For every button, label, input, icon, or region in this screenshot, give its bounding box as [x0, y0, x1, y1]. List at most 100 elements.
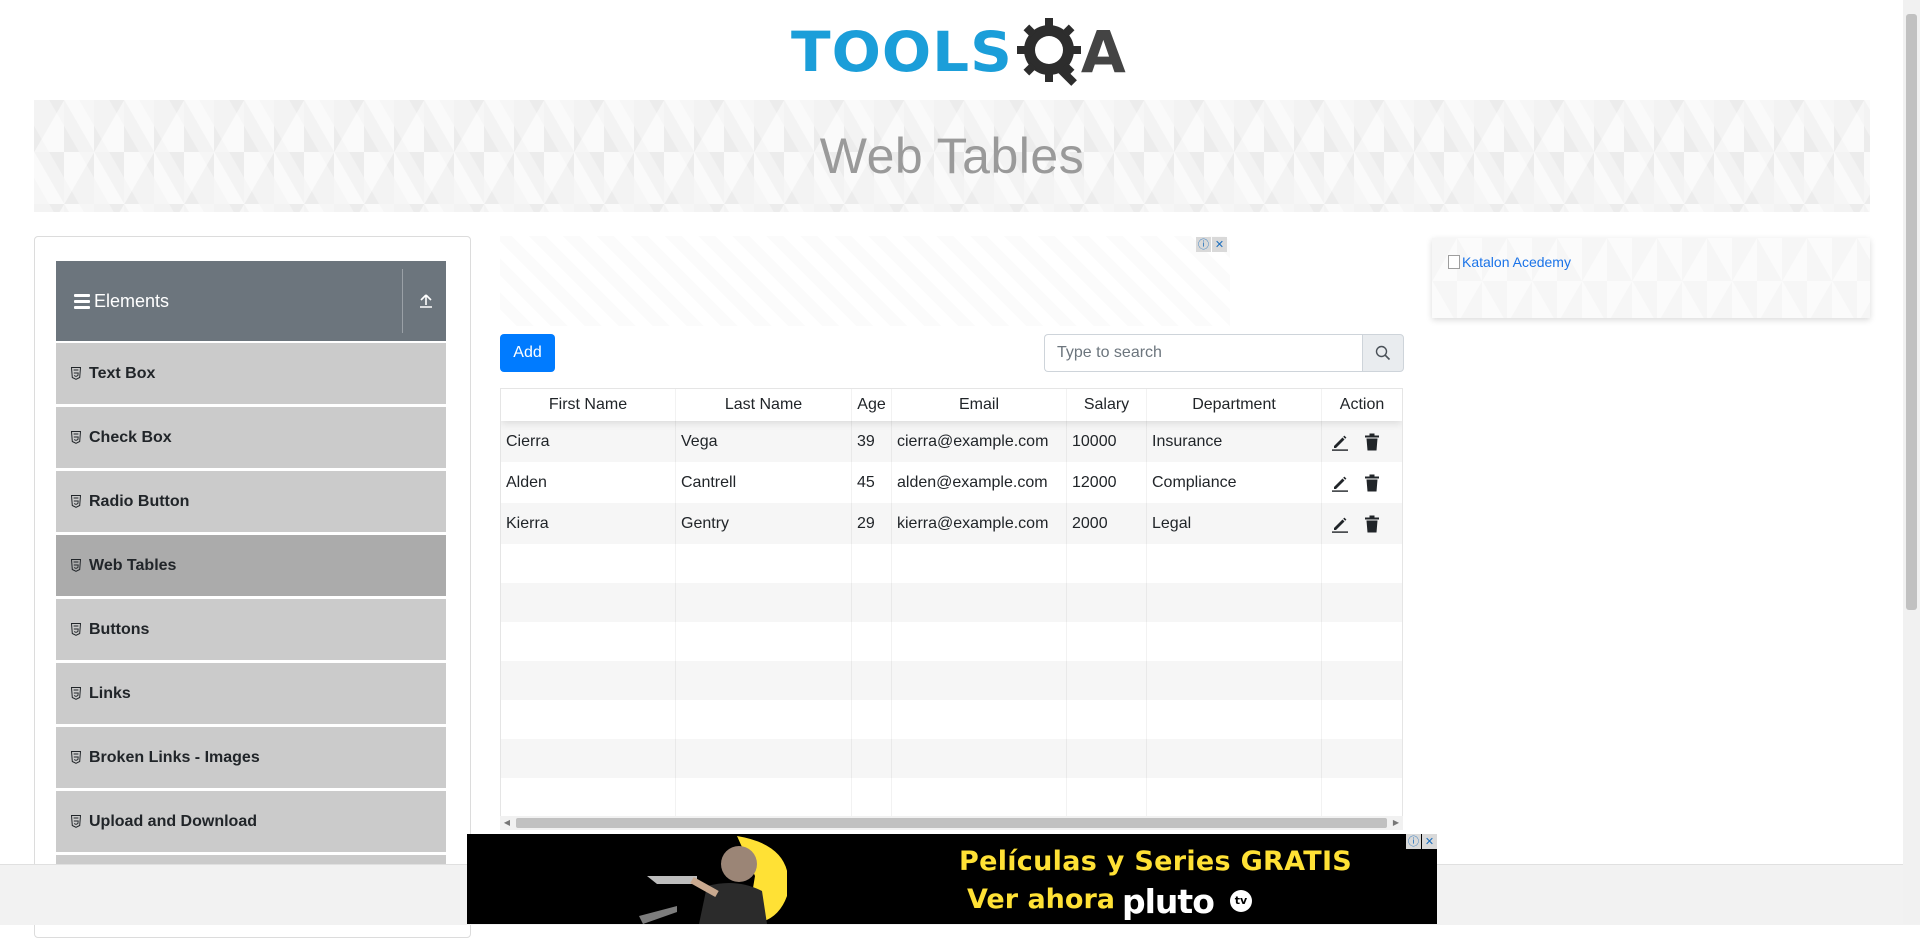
empty-table-row [501, 778, 1402, 817]
html5-icon [71, 367, 81, 380]
ad-headline: Películas y Series GRATIS [959, 846, 1353, 877]
ad-banner-top[interactable] [500, 236, 1230, 326]
empty-table-row [501, 583, 1402, 622]
web-table: First Name Last Name Age Email Salary De… [500, 388, 1403, 825]
cell-age: 45 [852, 462, 892, 503]
column-header-salary[interactable]: Salary [1067, 389, 1147, 421]
table-horizontal-scrollbar[interactable]: ◀ ▶ [500, 816, 1403, 830]
gear-magnifier-icon [1016, 18, 1081, 86]
search-box [1044, 334, 1404, 372]
empty-table-row [501, 622, 1402, 661]
adchoices-info-icon[interactable]: ⓘ [1406, 834, 1421, 849]
logo-text-tools: TOOLS [791, 19, 1013, 85]
sidebar-item-label: Radio Button [89, 492, 190, 510]
cell-salary: 12000 [1067, 462, 1147, 503]
trash-icon [1365, 474, 1379, 491]
scrollbar-thumb[interactable] [1906, 14, 1917, 610]
site-logo[interactable]: TOOLS A [791, 14, 1126, 90]
sidebar-item-buttons[interactable]: Buttons [56, 599, 446, 660]
ad-brand-tv-badge: tv [1230, 890, 1252, 912]
sidebar-item-broken-links[interactable]: Broken Links - Images [56, 727, 446, 788]
sidebar-item-links[interactable]: Links [56, 663, 446, 724]
search-button[interactable] [1362, 334, 1404, 372]
empty-table-row [501, 739, 1402, 778]
table-row: Kierra Gentry 29 kierra@example.com 2000… [501, 503, 1402, 544]
html5-icon [71, 623, 81, 636]
close-icon[interactable]: ✕ [1422, 834, 1437, 849]
ad-choices[interactable]: ⓘ ✕ [1406, 834, 1437, 849]
bottom-ad-banner[interactable]: Películas y Series GRATIS Ver ahora plut… [467, 834, 1437, 924]
html5-icon [71, 431, 81, 444]
cell-last-name: Cantrell [676, 462, 852, 503]
edit-record-button[interactable] [1330, 514, 1350, 534]
sidebar-item-label: Check Box [89, 428, 172, 446]
html5-icon [71, 559, 81, 572]
html5-icon [71, 687, 81, 700]
page-vertical-scrollbar[interactable] [1903, 0, 1920, 924]
trash-icon [1365, 515, 1379, 532]
cell-first-name: Kierra [501, 503, 676, 544]
cell-first-name: Alden [501, 462, 676, 503]
cell-email: cierra@example.com [892, 421, 1067, 462]
search-input[interactable] [1044, 334, 1362, 372]
sidebar-item-label: Web Tables [89, 556, 177, 574]
pencil-icon [1332, 517, 1348, 533]
edit-record-button[interactable] [1330, 473, 1350, 493]
column-header-last-name[interactable]: Last Name [676, 389, 852, 421]
header-divider [402, 269, 403, 333]
sidebar-item-label: Links [89, 684, 131, 702]
delete-record-button[interactable] [1362, 473, 1382, 493]
broken-image-icon [1448, 255, 1460, 269]
broken-image[interactable]: Katalon Acedemy [1448, 254, 1571, 270]
sidebar-item-label: Buttons [89, 620, 150, 638]
cell-action [1322, 462, 1402, 503]
column-header-email[interactable]: Email [892, 389, 1067, 421]
cell-department: Insurance [1147, 421, 1322, 462]
cell-first-name: Cierra [501, 421, 676, 462]
html5-icon [71, 815, 81, 828]
column-header-department[interactable]: Department [1147, 389, 1322, 421]
column-header-action: Action [1339, 396, 1385, 413]
cell-department: Compliance [1147, 462, 1322, 503]
sidebar-item-check-box[interactable]: Check Box [56, 407, 446, 468]
html5-icon [71, 751, 81, 764]
column-header-first-name[interactable]: First Name [501, 389, 676, 421]
sidebar-item-radio-button[interactable]: Radio Button [56, 471, 446, 532]
ad-choices[interactable]: ⓘ ✕ [1196, 237, 1227, 252]
cell-department: Legal [1147, 503, 1322, 544]
sidebar-group-title: Elements [94, 290, 170, 311]
sidebar-group-elements[interactable]: Elements [56, 261, 446, 341]
sidebar-item-upload-download[interactable]: Upload and Download [56, 791, 446, 852]
html5-icon [71, 495, 81, 508]
table-row: Cierra Vega 39 cierra@example.com 10000 … [501, 421, 1402, 462]
search-icon [1375, 345, 1391, 361]
add-button[interactable]: Add [500, 334, 555, 372]
scrollbar-thumb[interactable] [516, 818, 1387, 828]
sidebar-item-label: Broken Links - Images [89, 748, 260, 766]
cell-age: 29 [852, 503, 892, 544]
trash-icon [1365, 433, 1379, 450]
empty-table-row [501, 700, 1402, 739]
column-header-age[interactable]: Age [852, 389, 892, 421]
empty-table-row [501, 661, 1402, 700]
side-ad[interactable]: Katalon Acedemy [1432, 238, 1870, 318]
cell-action [1322, 503, 1402, 544]
pencil-icon [1332, 476, 1348, 492]
edit-record-button[interactable] [1330, 432, 1350, 452]
cell-salary: 10000 [1067, 421, 1147, 462]
adchoices-info-icon[interactable]: ⓘ [1196, 237, 1211, 252]
ad-person-image [639, 836, 787, 924]
scroll-left-arrow-icon[interactable]: ◀ [500, 816, 514, 830]
sidebar-item-web-tables[interactable]: Web Tables [56, 535, 446, 596]
cell-email: alden@example.com [892, 462, 1067, 503]
hamburger-icon [74, 293, 90, 309]
sidebar-item-label: Upload and Download [89, 812, 257, 830]
scroll-right-arrow-icon[interactable]: ▶ [1389, 816, 1403, 830]
upload-icon[interactable] [416, 291, 436, 311]
close-icon[interactable]: ✕ [1212, 237, 1227, 252]
sidebar-menu: Text Box Check Box Radio Button Web Tabl… [56, 343, 446, 878]
delete-record-button[interactable] [1362, 514, 1382, 534]
delete-record-button[interactable] [1362, 432, 1382, 452]
sidebar-item-text-box[interactable]: Text Box [56, 343, 446, 404]
empty-table-row [501, 544, 1402, 583]
